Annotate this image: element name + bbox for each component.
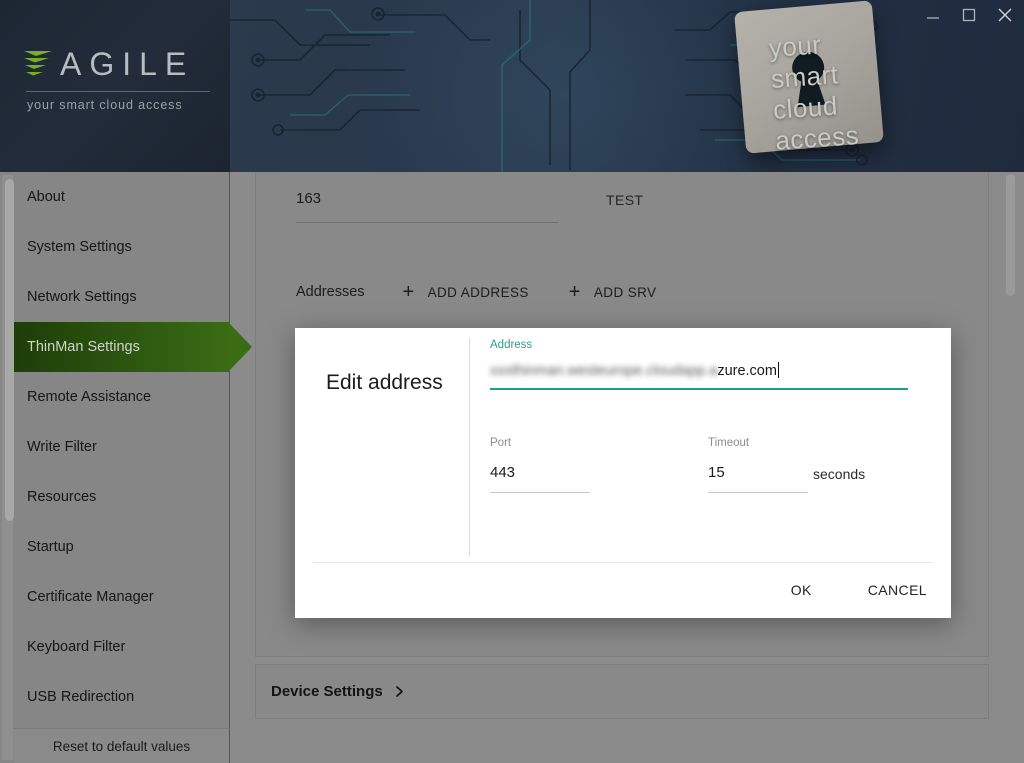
maximize-button[interactable] <box>958 4 980 26</box>
timeout-field-underline <box>708 492 808 493</box>
sidebar-item-label: About <box>27 189 65 205</box>
sidebar-item-write-filter[interactable]: Write Filter <box>14 422 229 472</box>
edit-address-dialog: Edit address Address xxxthinman.westeuro… <box>295 328 951 618</box>
timeout-field-label: Timeout <box>708 437 750 449</box>
sidebar-item-label: ThinMan Settings <box>27 339 140 355</box>
sidebar-item-system-settings[interactable]: System Settings <box>14 222 229 272</box>
dialog-vertical-divider <box>469 338 470 556</box>
banner-tagline: your smart cloud access <box>768 27 860 157</box>
sidebar-item-network-settings[interactable]: Network Settings <box>14 272 229 322</box>
sidebar-item-label: Resources <box>27 489 97 505</box>
dialog-footer-divider <box>313 562 933 563</box>
sidebar-item-startup[interactable]: Startup <box>14 522 229 572</box>
application-window: your smart cloud access AGILE your smart… <box>0 0 1024 763</box>
timeout-input[interactable]: 15 <box>708 464 725 481</box>
plus-icon: + <box>568 281 581 303</box>
address-value-visible: zure.com <box>717 363 777 379</box>
add-address-label: ADD ADDRESS <box>427 284 529 300</box>
add-address-button[interactable]: + ADD ADDRESS <box>403 282 529 302</box>
text-cursor <box>777 362 779 378</box>
banner-artwork: your smart cloud access <box>230 0 1024 172</box>
minimize-icon <box>927 17 939 19</box>
plus-icon: + <box>402 281 415 303</box>
minimize-button[interactable] <box>922 4 944 26</box>
maximize-icon <box>962 8 976 22</box>
banner-line-4: access <box>774 119 861 156</box>
close-icon <box>998 8 1012 22</box>
sidebar-item-thinman-settings[interactable]: ThinMan Settings <box>14 322 252 372</box>
sidebar-item-label: Certificate Manager <box>27 589 154 605</box>
agile-leaf-icon <box>24 51 52 76</box>
window-controls <box>922 4 1016 26</box>
sidebar-item-label: Network Settings <box>27 289 137 305</box>
dialog-actions: OK CANCEL <box>789 578 929 602</box>
address-value-redacted: xxxthinman.westeurope.cloudapp.a <box>490 363 718 379</box>
main-scrollbar-thumb[interactable] <box>1006 174 1015 296</box>
sidebar-item-keyboard-filter[interactable]: Keyboard Filter <box>14 622 229 672</box>
addresses-label: Addresses <box>296 284 365 300</box>
addresses-toolbar: Addresses + ADD ADDRESS + ADD SRV <box>296 282 696 302</box>
chevron-right-icon <box>393 685 406 698</box>
add-srv-button[interactable]: + ADD SRV <box>569 282 657 302</box>
sidebar: About System Settings Network Settings T… <box>0 172 252 763</box>
device-settings-section[interactable]: Device Settings <box>255 664 989 719</box>
sidebar-item-resources[interactable]: Resources <box>14 472 229 522</box>
logo-divider <box>26 91 210 92</box>
cancel-button[interactable]: CANCEL <box>866 578 929 602</box>
test-button[interactable]: TEST <box>606 192 643 208</box>
sidebar-item-about[interactable]: About <box>14 172 229 222</box>
close-button[interactable] <box>994 4 1016 26</box>
dialog-title: Edit address <box>326 371 443 394</box>
sidebar-item-label: System Settings <box>27 239 132 255</box>
address-field-label: Address <box>490 339 533 351</box>
sidebar-item-label: Startup <box>27 539 74 555</box>
active-pointer-icon <box>228 322 252 372</box>
reset-label: Reset to default values <box>52 738 191 754</box>
main-scrollbar-track[interactable] <box>1006 172 1020 763</box>
circuit-pattern-icon <box>230 0 878 172</box>
port-input[interactable]: 443 <box>490 464 515 481</box>
brand-tagline: your smart cloud access <box>27 98 183 112</box>
sidebar-item-label: Write Filter <box>27 439 97 455</box>
sidebar-scrollbar-thumb[interactable] <box>5 179 14 521</box>
port-number-value[interactable]: 163 <box>296 190 321 207</box>
sidebar-item-certificate-manager[interactable]: Certificate Manager <box>14 572 229 622</box>
app-header-banner: your smart cloud access AGILE your smart… <box>0 0 1024 172</box>
sidebar-item-label: USB Redirection <box>27 689 135 705</box>
address-field-underline-focused <box>490 388 908 390</box>
port-field-label: Port <box>490 437 512 449</box>
address-input[interactable]: xxxthinman.westeurope.cloudapp.azure.com <box>490 362 779 379</box>
timeout-unit-label: seconds <box>813 466 866 482</box>
port-field-underline <box>490 492 590 493</box>
sidebar-item-remote-assistance[interactable]: Remote Assistance <box>14 372 229 422</box>
device-settings-label: Device Settings <box>271 683 383 700</box>
brand-name: AGILE <box>60 46 195 82</box>
sidebar-scrollbar-track[interactable] <box>2 175 14 760</box>
brand-logo-panel: AGILE your smart cloud access <box>0 0 230 172</box>
reset-to-default-values-button[interactable]: Reset to default values <box>14 728 230 763</box>
port-field-underline <box>296 222 558 223</box>
sidebar-item-label: Keyboard Filter <box>27 639 126 655</box>
add-srv-label: ADD SRV <box>593 284 657 300</box>
ok-button[interactable]: OK <box>789 578 814 602</box>
sidebar-item-label: Remote Assistance <box>27 389 152 405</box>
sidebar-item-usb-redirection[interactable]: USB Redirection <box>14 672 229 722</box>
sidebar-menu: About System Settings Network Settings T… <box>14 172 252 728</box>
